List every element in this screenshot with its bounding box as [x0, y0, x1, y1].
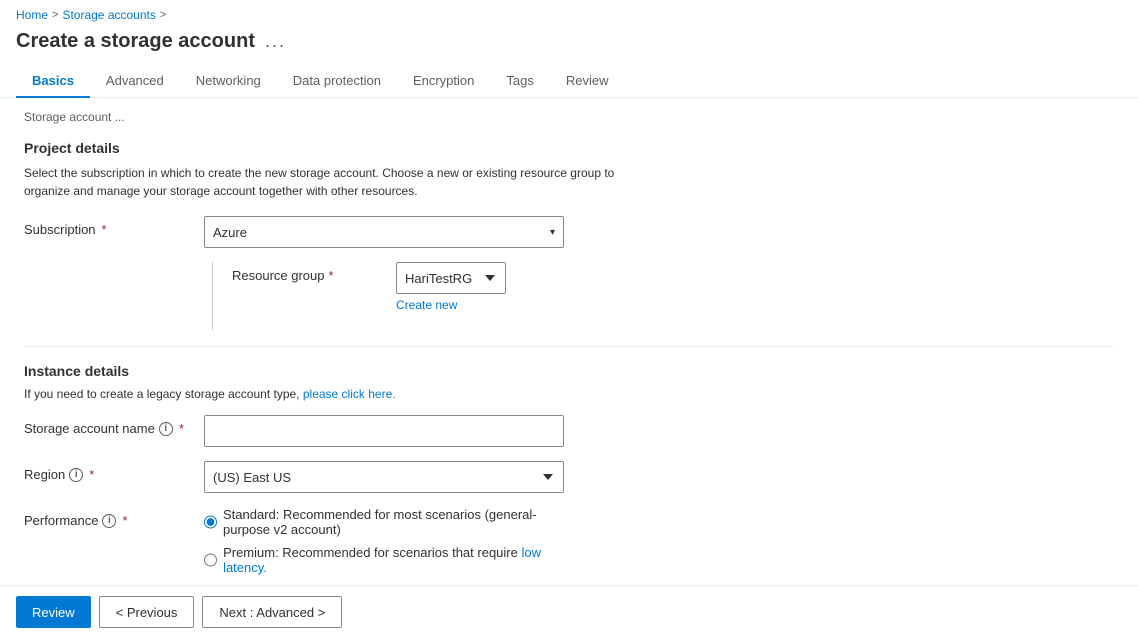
region-info-icon[interactable]: i — [69, 468, 83, 482]
subscription-value: Azure — [213, 225, 247, 240]
resource-group-dropdown[interactable]: HariTestRG — [396, 262, 506, 294]
subscription-label: Subscription * — [24, 216, 204, 237]
page-title-row: Create a storage account ... — [0, 26, 1138, 65]
subscription-blurred — [247, 225, 542, 240]
performance-standard-radio[interactable] — [204, 515, 217, 529]
storage-account-note: Storage account ... — [24, 110, 1114, 124]
instance-legacy-note: If you need to create a legacy storage a… — [24, 387, 1114, 401]
tab-advanced[interactable]: Advanced — [90, 65, 180, 98]
storage-account-name-info-icon[interactable]: i — [159, 422, 173, 436]
breadcrumb-storage-accounts[interactable]: Storage accounts — [62, 8, 155, 22]
performance-premium-radio[interactable] — [204, 553, 217, 567]
performance-premium-label: Premium: Recommended for scenarios that … — [223, 545, 564, 575]
region-dropdown[interactable]: (US) East US(US) East US 2(US) West US(U… — [204, 461, 564, 493]
review-button[interactable]: Review — [16, 596, 91, 628]
performance-standard-label: Standard: Recommended for most scenarios… — [223, 507, 564, 537]
storage-account-name-required: * — [179, 421, 184, 436]
resource-group-form: Resource group * HariTestRG Create new — [232, 262, 506, 330]
main-content: Storage account ... Project details Sele… — [0, 98, 1138, 585]
resource-group-label: Resource group — [232, 268, 325, 283]
instance-details-header: Instance details — [24, 363, 1114, 379]
previous-button[interactable]: < Previous — [99, 596, 195, 628]
tab-data-protection[interactable]: Data protection — [277, 65, 397, 98]
page-title: Create a storage account — [16, 30, 255, 53]
performance-row: Performance i * Standard: Recommended fo… — [24, 507, 1114, 575]
project-details-desc: Select the subscription in which to crea… — [24, 164, 624, 200]
region-required: * — [89, 467, 94, 482]
breadcrumb: Home > Storage accounts > — [0, 0, 1138, 26]
resource-group-required: * — [329, 268, 334, 283]
performance-control: Standard: Recommended for most scenarios… — [204, 507, 564, 575]
storage-account-name-label: Storage account name i * — [24, 415, 204, 436]
region-label: Region i * — [24, 461, 204, 482]
region-control: (US) East US(US) East US 2(US) West US(U… — [204, 461, 564, 493]
tab-bar: Basics Advanced Networking Data protecti… — [0, 65, 1138, 98]
create-new-link[interactable]: Create new — [396, 298, 506, 312]
subscription-required: * — [102, 222, 107, 237]
storage-account-name-row: Storage account name i * — [24, 415, 1114, 447]
footer: Review < Previous Next : Advanced > — [0, 585, 1138, 638]
subscription-row: Subscription * Azure ▾ — [24, 216, 1114, 248]
region-row: Region i * (US) East US(US) East US 2(US… — [24, 461, 1114, 493]
resource-group-section: Resource group * HariTestRG Create new — [24, 262, 1114, 330]
breadcrumb-sep2: > — [160, 9, 166, 21]
performance-label: Performance i * — [24, 507, 204, 528]
storage-account-name-input[interactable] — [204, 415, 564, 447]
tab-networking[interactable]: Networking — [180, 65, 277, 98]
performance-standard-option[interactable]: Standard: Recommended for most scenarios… — [204, 507, 564, 537]
subscription-control: Azure ▾ — [204, 216, 564, 248]
performance-radio-group: Standard: Recommended for most scenarios… — [204, 507, 564, 575]
performance-required: * — [122, 513, 127, 528]
next-button[interactable]: Next : Advanced > — [202, 596, 342, 628]
storage-account-name-control — [204, 415, 564, 447]
performance-premium-option[interactable]: Premium: Recommended for scenarios that … — [204, 545, 564, 575]
tab-review[interactable]: Review — [550, 65, 625, 98]
subscription-chevron-icon: ▾ — [550, 227, 555, 238]
performance-info-icon[interactable]: i — [102, 514, 116, 528]
tab-basics[interactable]: Basics — [16, 65, 90, 98]
resource-group-control: HariTestRG Create new — [396, 262, 506, 312]
section-divider-1 — [24, 346, 1114, 347]
tab-tags[interactable]: Tags — [490, 65, 549, 98]
breadcrumb-home[interactable]: Home — [16, 8, 48, 22]
legacy-link[interactable]: please click here. — [303, 387, 396, 401]
tab-encryption[interactable]: Encryption — [397, 65, 490, 98]
breadcrumb-sep1: > — [52, 9, 58, 21]
page-title-menu[interactable]: ... — [265, 31, 286, 52]
subscription-dropdown[interactable]: Azure ▾ — [204, 216, 564, 248]
project-details-header: Project details — [24, 140, 1114, 156]
